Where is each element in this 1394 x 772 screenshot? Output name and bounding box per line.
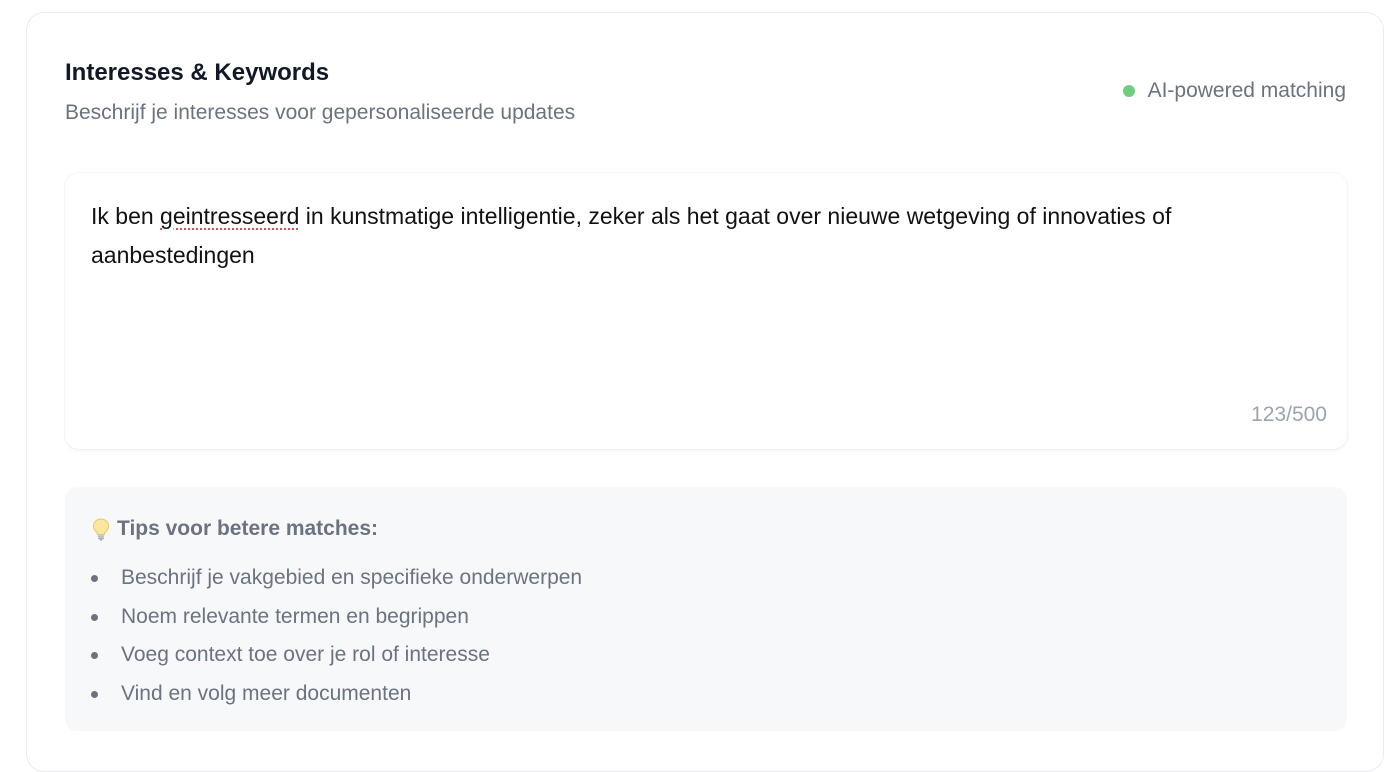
tip-text: Noem relevante termen en begrippen	[121, 604, 469, 628]
interests-textarea[interactable]: Ik ben geintresseerd in kunstmatige inte…	[91, 197, 1327, 275]
tip-item: Noem relevante termen en begrippen	[91, 598, 582, 637]
tip-item: Beschrijf je vakgebied en specifieke ond…	[91, 559, 582, 598]
misspelled-word: geintresseerd	[160, 203, 300, 229]
tip-text: Vind en volg meer documenten	[121, 681, 412, 705]
bullet-icon	[91, 575, 98, 582]
interests-text-start: Ik ben	[91, 203, 161, 229]
tip-item: Voeg context toe over je rol of interess…	[91, 636, 582, 675]
bullet-icon	[91, 690, 98, 698]
ai-matching-badge: AI-powered matching	[1122, 77, 1346, 105]
tips-title-text: Tips voor betere matches:	[117, 517, 379, 540]
tip-item: Vind en volg meer documenten	[91, 675, 582, 714]
tips-list: Beschrijf je vakgebied en specifieke ond…	[91, 559, 582, 713]
character-counter: 123/500	[1251, 403, 1327, 426]
tip-text: Voeg context toe over je rol of interess…	[121, 643, 490, 666]
bullet-icon	[91, 613, 98, 621]
bullet-icon	[91, 652, 98, 659]
tips-panel: Tips voor betere matches: Beschrijf je v…	[65, 487, 1347, 731]
lightbulb-icon	[91, 517, 111, 541]
status-dot-icon	[1122, 85, 1135, 97]
section-subtitle: Beschrijf je interesses voor gepersonali…	[65, 101, 576, 124]
interests-input-container[interactable]: Ik ben geintresseerd in kunstmatige inte…	[65, 173, 1347, 449]
interests-card: Interesses & Keywords Beschrijf je inter…	[26, 12, 1384, 772]
section-title: Interesses & Keywords	[65, 59, 330, 86]
tip-text: Beschrijf je vakgebied en specifieke ond…	[121, 566, 583, 589]
ai-matching-label: AI-powered matching	[1147, 79, 1346, 102]
tips-heading: Tips voor betere matches:	[91, 515, 378, 543]
card-header: Interesses & Keywords Beschrijf je inter…	[65, 57, 1346, 137]
